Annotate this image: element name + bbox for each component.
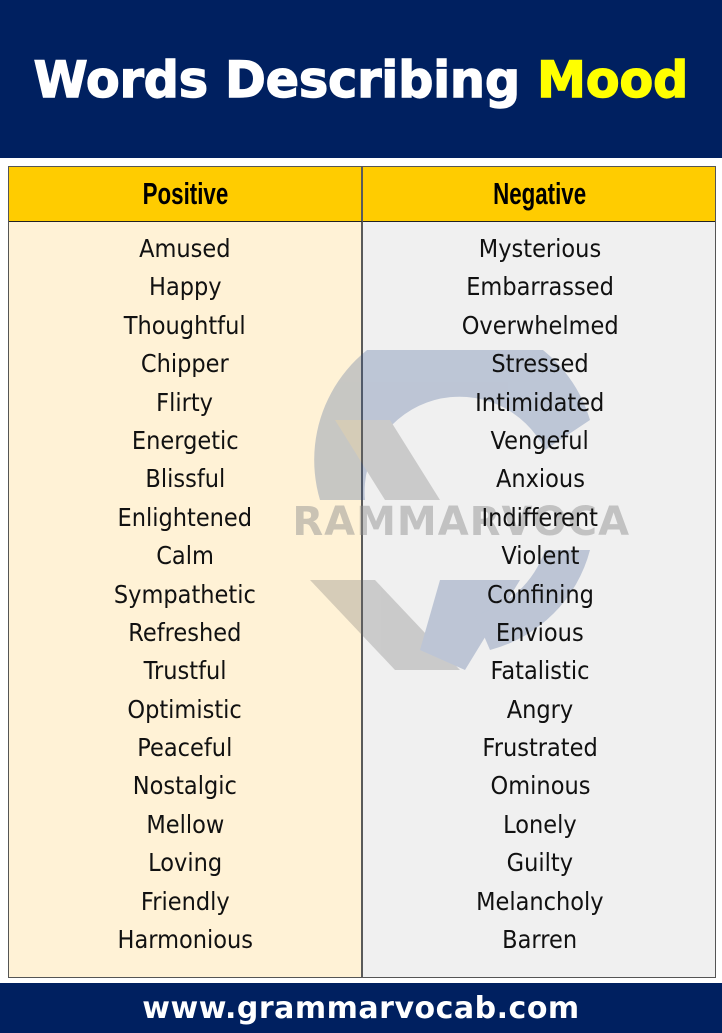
word-item: Frustrated <box>482 733 598 763</box>
word-item: Barren <box>502 925 578 955</box>
word-item: Nostalgic <box>132 771 238 801</box>
word-item: Envious <box>496 617 584 647</box>
word-item: Mysterious <box>478 234 602 263</box>
negative-words-column: Mysterious Embarrassed Overwhelmed Stressed… <box>363 222 715 977</box>
word-item: Anxious <box>495 464 585 494</box>
word-item: Confining <box>486 579 594 609</box>
word-item: Harmonious <box>117 925 253 955</box>
word-item: Energetic <box>131 425 239 455</box>
word-item: Mellow <box>146 809 224 839</box>
word-item: Angry <box>506 694 574 724</box>
word-item: Blissful <box>145 464 225 494</box>
word-item: Melancholy <box>476 886 604 916</box>
mood-words-table: Positive Negative Amused Happy Thoughtful C… <box>8 166 716 978</box>
word-item: Vengeful <box>490 425 590 455</box>
website-url[interactable]: www.grammarvocab.com <box>142 991 579 1026</box>
word-item: Sympathetic <box>114 579 256 609</box>
word-item: Thoughtful <box>124 310 246 340</box>
word-item: Embarrassed <box>466 272 614 302</box>
word-item: Refreshed <box>128 617 242 647</box>
word-item: Calm <box>156 541 214 571</box>
page-header: Words Describing Mood <box>0 0 722 158</box>
word-item: Guilty <box>506 848 574 878</box>
word-item: Ominous <box>490 771 590 801</box>
title-main: Words Describing <box>33 50 538 110</box>
word-item: Happy <box>148 272 222 302</box>
word-item: Violent <box>500 541 580 571</box>
word-item: Amused <box>139 234 231 263</box>
positive-words-column: Amused Happy Thoughtful Chipper Flirty Energe… <box>9 222 363 977</box>
word-item: Overwhelmed <box>461 310 619 340</box>
word-item: Trustful <box>143 656 227 686</box>
word-item: Fatalistic <box>490 656 590 686</box>
title-highlight: Mood <box>536 50 689 110</box>
word-item: Lonely <box>503 809 577 839</box>
page-title: Words Describing Mood <box>33 50 689 110</box>
word-item: Friendly <box>140 886 230 916</box>
word-item: Indifferent <box>481 502 599 532</box>
word-item: Enlightened <box>117 502 253 532</box>
column-header-negative: Negative <box>363 167 715 222</box>
word-item: Optimistic <box>127 694 243 724</box>
word-item: Loving <box>147 848 223 878</box>
word-item: Stressed <box>491 349 589 379</box>
word-item: Peaceful <box>137 733 233 763</box>
word-item: Flirty <box>156 387 214 417</box>
page-footer: www.grammarvocab.com <box>0 983 722 1033</box>
word-item: Chipper <box>141 349 229 379</box>
column-header-positive: Positive <box>9 167 363 222</box>
word-item: Intimidated <box>475 387 605 417</box>
